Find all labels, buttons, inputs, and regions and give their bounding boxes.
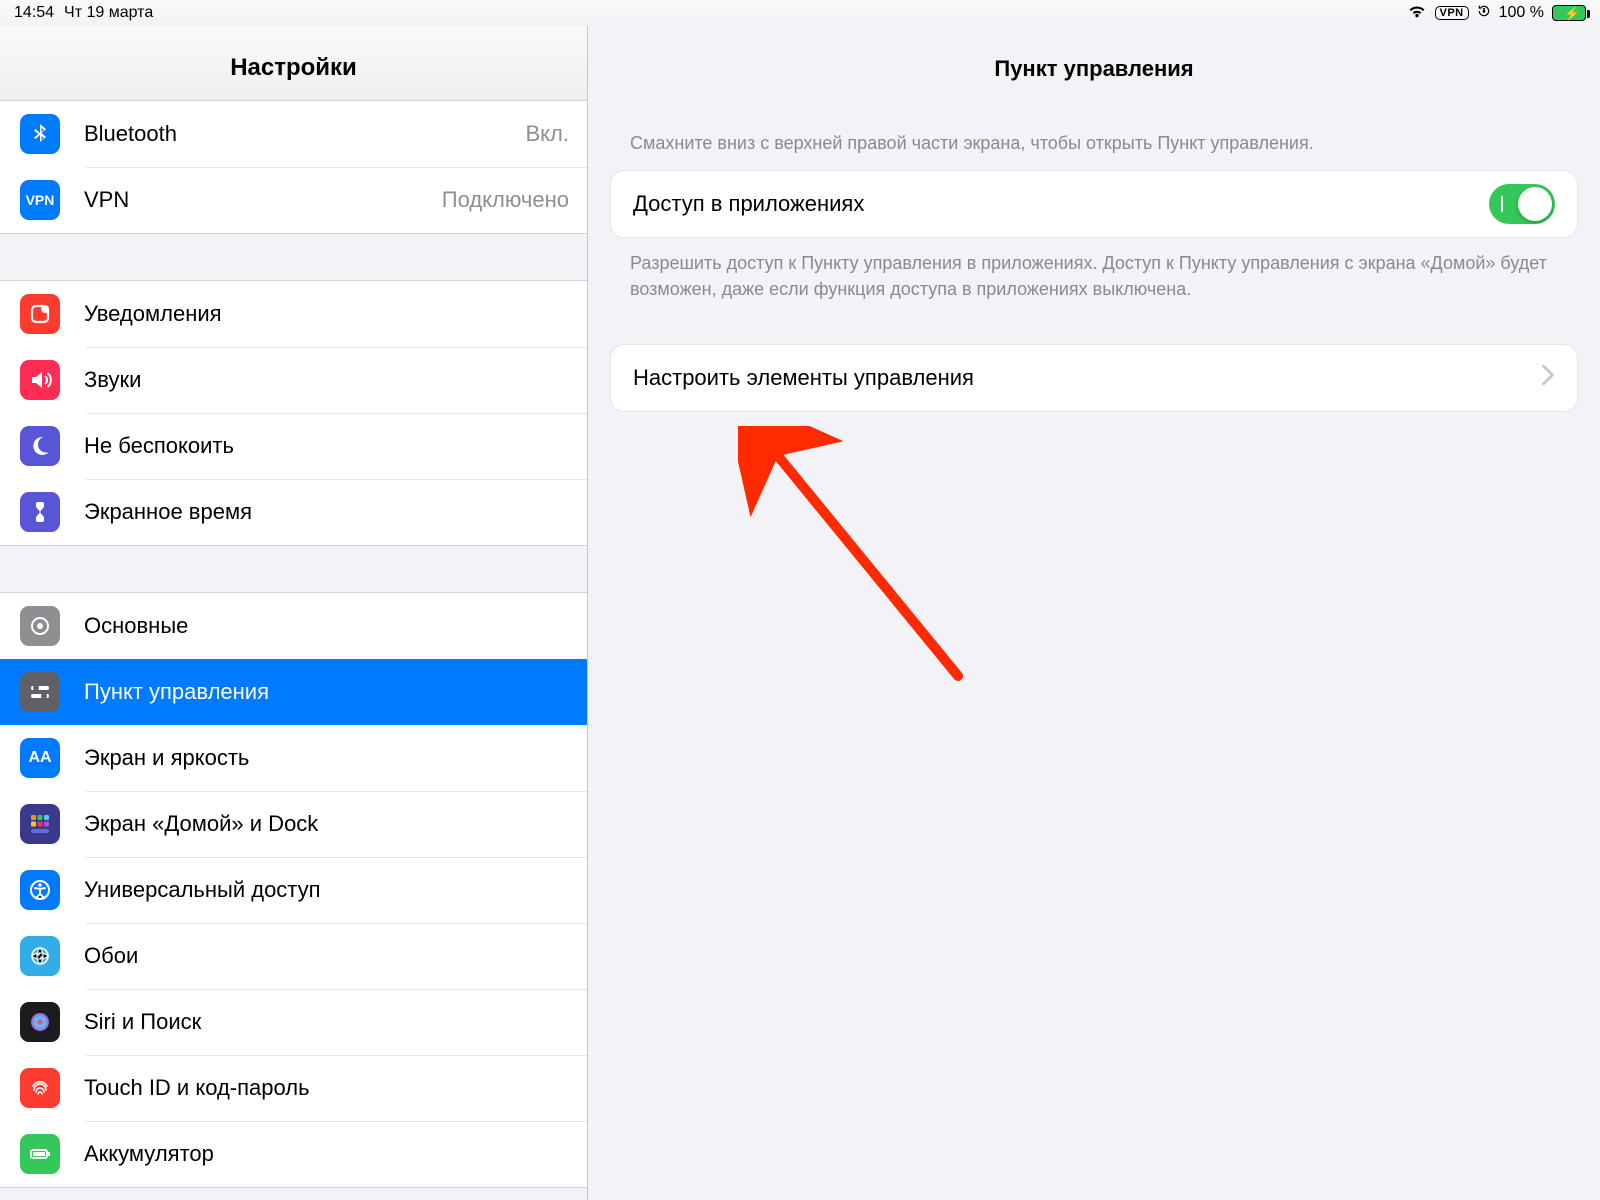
chevron-right-icon <box>1541 364 1555 392</box>
dnd-icon <box>20 426 60 466</box>
sidebar-item-touchid[interactable]: Touch ID и код-пароль <box>0 1055 587 1121</box>
sidebar-item-label: Не беспокоить <box>84 433 569 459</box>
detail-pane: Пункт управления Смахните вниз с верхней… <box>588 26 1600 1200</box>
screentime-icon <box>20 492 60 532</box>
general-icon <box>20 606 60 646</box>
sidebar-item-screentime[interactable]: Экранное время <box>0 479 587 545</box>
status-time: 14:54 <box>14 4 54 22</box>
sidebar-item-label: Экран «Домой» и Dock <box>84 811 569 837</box>
sidebar-item-label: Bluetooth <box>84 121 526 147</box>
detail-intro-caption: Смахните вниз с верхней правой части экр… <box>610 130 1578 170</box>
siri-icon <box>20 1002 60 1042</box>
wallpaper-icon <box>20 936 60 976</box>
orientation-lock-icon <box>1477 4 1491 23</box>
sidebar-item-label: Обои <box>84 943 569 969</box>
display-icon: AA <box>20 738 60 778</box>
sidebar-group: Уведомления Звуки Не беспокоить <box>0 280 587 546</box>
vpn-badge-icon: VPN <box>1435 6 1469 20</box>
sidebar-item-bluetooth[interactable]: Bluetooth Вкл. <box>0 101 587 167</box>
access-in-apps-label: Доступ в приложениях <box>633 191 1489 217</box>
access-footer-caption: Разрешить доступ к Пункту управления в п… <box>610 238 1578 302</box>
sidebar-item-vpn[interactable]: VPN VPN Подключено <box>0 167 587 233</box>
sidebar-item-label: Уведомления <box>84 301 569 327</box>
battery-icon <box>20 1134 60 1174</box>
sidebar-item-general[interactable]: Основные <box>0 593 587 659</box>
sidebar-item-battery[interactable]: Аккумулятор <box>0 1121 587 1187</box>
accessibility-icon <box>20 870 60 910</box>
detail-title: Пункт управления <box>588 26 1600 104</box>
access-in-apps-toggle[interactable] <box>1489 184 1555 224</box>
sidebar-item-detail: Вкл. <box>526 121 570 147</box>
sidebar-item-label: Основные <box>84 613 569 639</box>
sidebar-item-wallpaper[interactable]: Обои <box>0 923 587 989</box>
annotation-arrow-icon <box>738 426 998 706</box>
sounds-icon <box>20 360 60 400</box>
sidebar-item-accessibility[interactable]: Универсальный доступ <box>0 857 587 923</box>
touchid-icon <box>20 1068 60 1108</box>
sidebar-item-label: Пункт управления <box>84 679 569 705</box>
sidebar-item-dnd[interactable]: Не беспокоить <box>0 413 587 479</box>
battery-percent: 100 % <box>1499 4 1544 22</box>
sidebar-item-detail: Подключено <box>442 187 569 213</box>
sidebar-item-home-dock[interactable]: Экран «Домой» и Dock <box>0 791 587 857</box>
sidebar-item-label: Экран и яркость <box>84 745 569 771</box>
sidebar-item-label: Touch ID и код-пароль <box>84 1075 569 1101</box>
sidebar-item-notifications[interactable]: Уведомления <box>0 281 587 347</box>
sidebar-group: Bluetooth Вкл. VPN VPN Подключено <box>0 101 587 234</box>
home-dock-icon <box>20 804 60 844</box>
sidebar-item-label: Siri и Поиск <box>84 1009 569 1035</box>
settings-sidebar: Настройки Bluetooth Вкл. VPN VPN Подключ… <box>0 26 588 1200</box>
bluetooth-icon <box>20 114 60 154</box>
sidebar-item-label: VPN <box>84 187 442 213</box>
sidebar-item-control-center[interactable]: Пункт управления <box>0 659 587 725</box>
sidebar-item-label: Универсальный доступ <box>84 877 569 903</box>
sidebar-item-label: Аккумулятор <box>84 1141 569 1167</box>
vpn-icon: VPN <box>20 180 60 220</box>
sidebar-item-display[interactable]: AA Экран и яркость <box>0 725 587 791</box>
sidebar-title: Настройки <box>0 26 587 101</box>
customize-card: Настроить элементы управления <box>610 344 1578 412</box>
access-in-apps-row: Доступ в приложениях <box>611 171 1577 237</box>
status-bar: 14:54 Чт 19 марта VPN 100 % ⚡ <box>0 0 1600 26</box>
sidebar-item-sounds[interactable]: Звуки <box>0 347 587 413</box>
wifi-icon <box>1407 3 1427 24</box>
access-card: Доступ в приложениях <box>610 170 1578 238</box>
sidebar-item-siri[interactable]: Siri и Поиск <box>0 989 587 1055</box>
notifications-icon <box>20 294 60 334</box>
sidebar-item-label: Звуки <box>84 367 569 393</box>
customize-controls-label: Настроить элементы управления <box>633 365 1541 391</box>
customize-controls-row[interactable]: Настроить элементы управления <box>611 345 1577 411</box>
control-center-icon <box>20 672 60 712</box>
sidebar-group: Основные Пункт управления AA Экран и ярк… <box>0 592 587 1188</box>
battery-icon: ⚡ <box>1552 5 1586 21</box>
sidebar-item-label: Экранное время <box>84 499 569 525</box>
status-date: Чт 19 марта <box>64 4 153 22</box>
